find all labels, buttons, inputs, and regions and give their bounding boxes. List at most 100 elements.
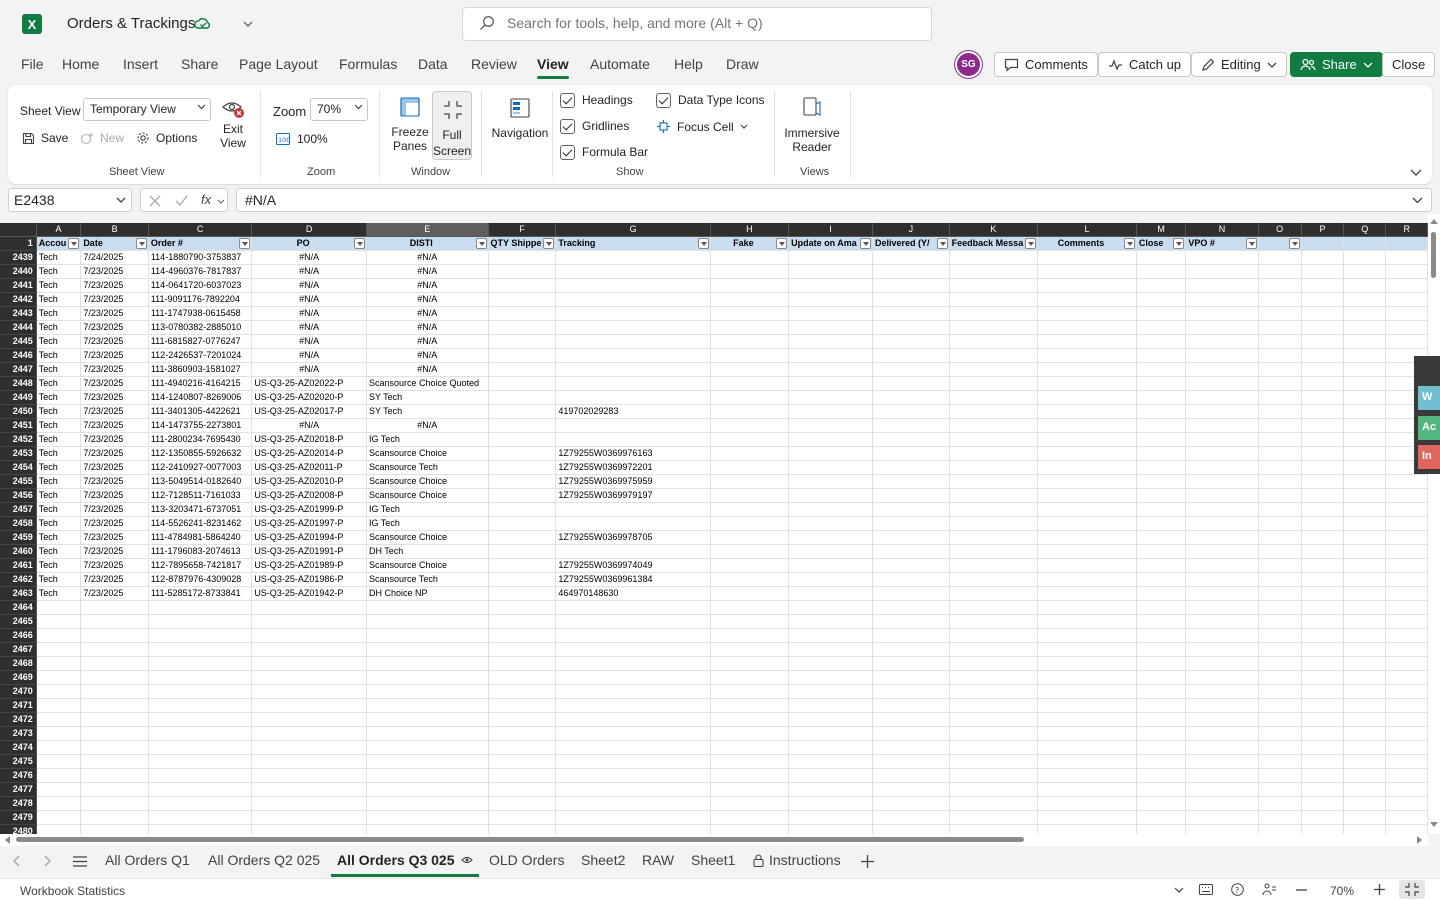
cell[interactable] <box>488 754 557 769</box>
cell[interactable] <box>949 628 1039 643</box>
cell[interactable] <box>1343 572 1387 587</box>
cell[interactable]: US-Q3-25-AZ02018-P <box>251 432 367 447</box>
cell[interactable] <box>1037 726 1137 741</box>
cell[interactable] <box>488 614 557 629</box>
cell[interactable]: 7/23/2025 <box>80 572 149 587</box>
cell[interactable]: 1Z79255W0369974049 <box>555 558 711 573</box>
cell[interactable]: #N/A <box>251 334 367 349</box>
column-header[interactable]: K <box>949 223 1039 237</box>
header-cell[interactable]: Tracking <box>555 236 711 251</box>
cell[interactable] <box>1343 600 1387 615</box>
cell[interactable] <box>251 782 367 797</box>
filter-button-icon[interactable] <box>776 238 788 249</box>
row-header[interactable]: 2461 <box>0 558 37 573</box>
cell[interactable] <box>1343 334 1387 349</box>
cell[interactable] <box>710 656 790 671</box>
cell[interactable] <box>788 250 873 265</box>
new-view-button[interactable]: New <box>80 131 124 145</box>
cell[interactable] <box>148 670 253 685</box>
cell[interactable] <box>1185 628 1259 643</box>
cell[interactable] <box>555 334 711 349</box>
cell[interactable]: 1Z79255W0369961384 <box>555 572 711 587</box>
cell[interactable] <box>1385 530 1428 545</box>
cell[interactable]: 7/23/2025 <box>80 362 149 377</box>
column-header[interactable]: F <box>488 223 557 237</box>
cell[interactable] <box>251 754 367 769</box>
scroll-right-icon[interactable] <box>1417 836 1423 844</box>
cell[interactable] <box>710 460 790 475</box>
cell[interactable] <box>1136 754 1187 769</box>
cell[interactable] <box>1258 474 1302 489</box>
cell[interactable]: 111-4784981-5864240 <box>148 530 253 545</box>
cell[interactable] <box>710 740 790 755</box>
cell[interactable] <box>949 516 1039 531</box>
cell[interactable] <box>1037 530 1137 545</box>
cell[interactable] <box>1037 320 1137 335</box>
column-header[interactable]: Q <box>1343 223 1387 237</box>
cell[interactable]: Scansource Choice Quoted <box>366 376 489 391</box>
comments-button[interactable]: Comments <box>994 52 1098 77</box>
cell[interactable] <box>1037 390 1137 405</box>
cell[interactable] <box>1136 684 1187 699</box>
cell[interactable] <box>872 544 950 559</box>
cell[interactable]: 112-2410927-0077003 <box>148 460 253 475</box>
cell[interactable] <box>1258 348 1302 363</box>
cell[interactable] <box>949 334 1039 349</box>
cell[interactable]: #N/A <box>251 292 367 307</box>
header-cell[interactable]: Close <box>1136 236 1187 251</box>
cell[interactable] <box>1185 530 1259 545</box>
cell[interactable]: #N/A <box>251 278 367 293</box>
cell[interactable] <box>1136 740 1187 755</box>
row-header[interactable]: 2450 <box>0 404 37 419</box>
cell[interactable] <box>1343 432 1387 447</box>
cell[interactable] <box>710 306 790 321</box>
cell[interactable] <box>488 460 557 475</box>
cell[interactable] <box>1185 250 1259 265</box>
cell[interactable] <box>949 530 1039 545</box>
cell[interactable] <box>1037 432 1137 447</box>
cell[interactable] <box>148 768 253 783</box>
cell[interactable] <box>1185 656 1259 671</box>
cell[interactable] <box>949 726 1039 741</box>
row-header[interactable]: 2456 <box>0 488 37 503</box>
cell[interactable] <box>555 740 711 755</box>
cell[interactable] <box>1258 558 1302 573</box>
cell[interactable] <box>555 754 711 769</box>
cell[interactable]: 7/23/2025 <box>80 404 149 419</box>
cell[interactable]: #N/A <box>366 278 489 293</box>
cell[interactable] <box>710 474 790 489</box>
cell[interactable] <box>488 502 557 517</box>
cell[interactable] <box>949 404 1039 419</box>
cell[interactable] <box>1185 558 1259 573</box>
row-header[interactable]: 2475 <box>0 754 37 769</box>
cell[interactable]: SY Tech <box>366 390 489 405</box>
cell[interactable] <box>710 726 790 741</box>
cell[interactable]: 7/23/2025 <box>80 334 149 349</box>
cell[interactable] <box>710 250 790 265</box>
cell[interactable] <box>80 824 149 834</box>
cell[interactable]: Tech <box>36 572 82 587</box>
cell[interactable] <box>872 600 950 615</box>
cell[interactable] <box>36 614 82 629</box>
cell[interactable] <box>1258 404 1302 419</box>
cell[interactable]: Scansource Tech <box>366 572 489 587</box>
cell[interactable] <box>1301 446 1345 461</box>
row-header[interactable]: 2473 <box>0 726 37 741</box>
cell[interactable] <box>1258 306 1302 321</box>
cell[interactable]: 114-5526241-8231462 <box>148 516 253 531</box>
cell[interactable] <box>1185 264 1259 279</box>
cell[interactable] <box>1385 698 1428 713</box>
cell[interactable] <box>1037 474 1137 489</box>
cell[interactable] <box>788 544 873 559</box>
tab-raw[interactable]: RAW <box>642 852 674 868</box>
sheet-view-dropdown[interactable]: Temporary View <box>83 98 211 121</box>
cell[interactable]: US-Q3-25-AZ02014-P <box>251 446 367 461</box>
cell[interactable] <box>80 726 149 741</box>
row-header[interactable]: 2479 <box>0 810 37 825</box>
cell[interactable] <box>1343 278 1387 293</box>
cell[interactable] <box>1136 796 1187 811</box>
cell[interactable] <box>1185 572 1259 587</box>
cell[interactable]: 114-1880790-3753837 <box>148 250 253 265</box>
cell[interactable] <box>1037 656 1137 671</box>
menu-help[interactable]: Help <box>674 56 703 72</box>
